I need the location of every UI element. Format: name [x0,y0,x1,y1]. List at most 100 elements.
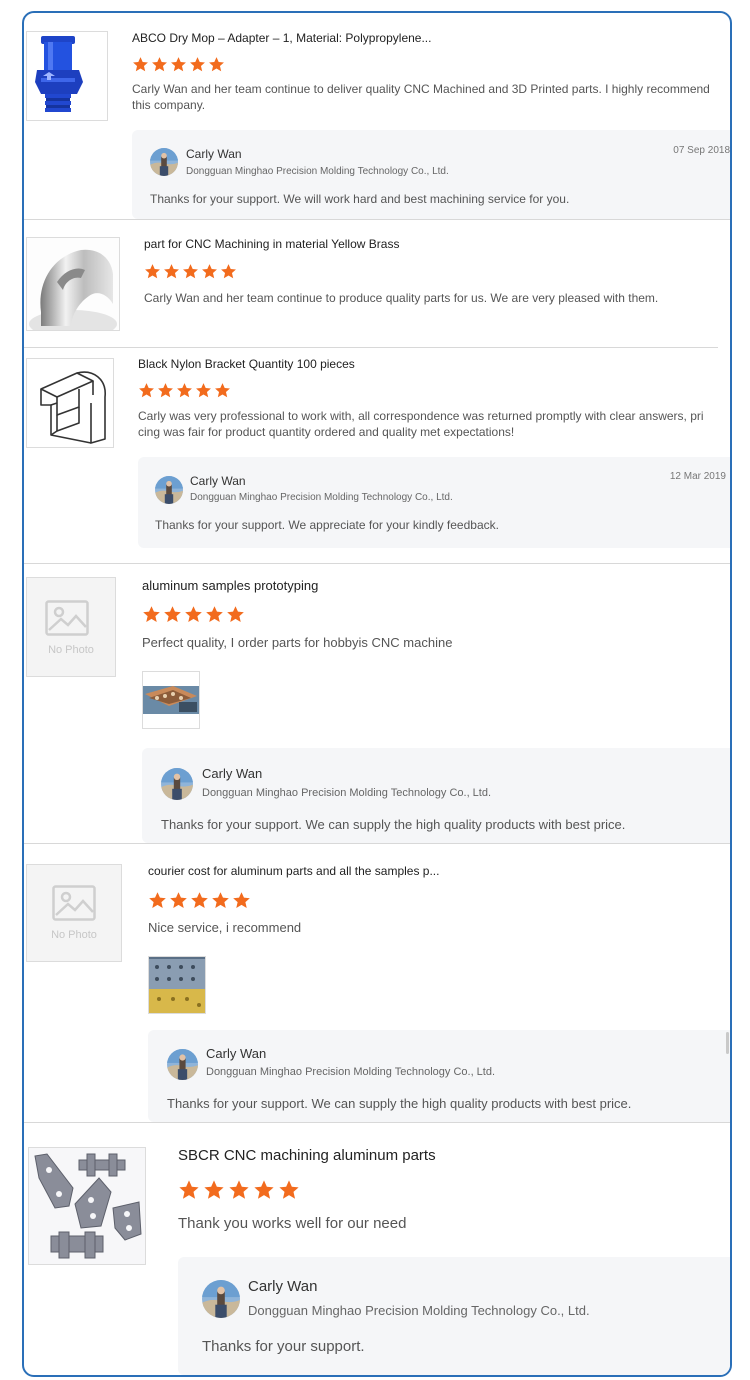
star-icon [170,56,187,73]
review-photo[interactable] [148,956,206,1014]
review-title[interactable]: aluminum samples prototyping [142,578,318,593]
avatar [155,476,183,504]
seller-reply: Carly Wan Dongguan Minghao Precision Mol… [148,1030,730,1122]
review-text: Nice service, i recommend [148,920,302,935]
avatar [150,148,178,176]
review-text: Carly Wan and her team continue to deliv… [132,82,710,112]
no-photo-label: No Photo [48,644,94,656]
star-rating [142,605,247,624]
reply-text: Thanks for your support. We can supply t… [161,817,626,832]
blue-adapter-icon [35,36,83,112]
review-title[interactable]: courier cost for aluminum parts and all … [148,864,439,878]
avatar [167,1049,198,1080]
no-photo-icon [45,600,89,636]
star-icon [195,382,212,399]
review-title[interactable]: part for CNC Machining in material Yello… [144,237,399,251]
star-rating [144,263,239,281]
reviews-panel: ABCO Dry Mop – Adapter – 1, Material: Po… [22,11,732,1377]
product-thumbnail[interactable]: No Photo [26,864,122,962]
reply-author: Carly Wan [202,766,263,781]
star-icon [182,263,199,280]
product-thumbnail[interactable] [26,358,114,448]
star-icon [189,56,206,73]
star-rating [138,382,233,400]
star-icon [226,605,245,624]
review-title[interactable]: Black Nylon Bracket Quantity 100 pieces [138,357,355,371]
scrollbar-thumb[interactable] [726,1032,729,1054]
product-thumbnail[interactable] [26,237,120,331]
reply-text: Thanks for your support. We will work ha… [150,192,570,206]
star-icon [220,263,237,280]
seller-reply: Carly Wan Dongguan Minghao Precision Mol… [178,1257,730,1375]
star-icon [132,56,149,73]
review-photo[interactable] [142,671,200,729]
star-icon [163,605,182,624]
star-icon [190,891,209,910]
star-icon [205,605,224,624]
star-icon [208,56,225,73]
star-icon [201,263,218,280]
seller-reply: Carly Wan Dongguan Minghao Precision Mol… [142,748,730,843]
star-icon [148,891,167,910]
star-icon [138,382,155,399]
review-text: Thank you works well for our need [178,1215,407,1232]
star-icon [151,56,168,73]
star-rating [132,56,227,74]
review-item: ABCO Dry Mop – Adapter – 1, Material: Po… [24,13,730,219]
review-item: part for CNC Machining in material Yello… [24,220,730,348]
star-icon [163,263,180,280]
star-icon [184,605,203,624]
star-icon [278,1179,300,1201]
reply-date: 07 Sep 2018 [673,145,730,156]
review-title[interactable]: SBCR CNC machining aluminum parts [178,1147,436,1164]
reply-company: Dongguan Minghao Precision Molding Techn… [202,787,492,799]
star-icon [144,263,161,280]
reply-company: Dongguan Minghao Precision Molding Techn… [248,1303,590,1318]
star-icon [176,382,193,399]
seller-reply: Carly Wan Dongguan Minghao Precision Mol… [138,457,730,548]
review-item: No Photo aluminum samples prototyping Pe… [24,564,730,843]
reply-company: Dongguan Minghao Precision Molding Techn… [206,1066,496,1078]
product-thumbnail[interactable] [28,1147,146,1265]
star-icon [211,891,230,910]
star-icon [203,1179,225,1201]
star-icon [169,891,188,910]
star-icon [157,382,174,399]
reply-author: Carly Wan [186,147,242,161]
star-icon [232,891,251,910]
reply-text: Thanks for your support. We appreciate f… [155,518,499,532]
aluminum-parts-icon [29,1148,145,1264]
review-item: No Photo courier cost for aluminum parts… [24,844,730,1122]
no-photo-icon [52,885,96,921]
avatar [202,1280,240,1318]
bracket-drawing-icon [40,371,106,444]
product-thumbnail[interactable]: No Photo [26,577,116,677]
aluminum-sample-photo-icon [143,672,199,728]
review-item: Black Nylon Bracket Quantity 100 pieces … [24,348,730,563]
reply-author: Carly Wan [248,1278,318,1295]
reply-text: Thanks for your support. [202,1338,365,1355]
star-icon [178,1179,200,1201]
reply-author: Carly Wan [190,474,246,488]
brass-clip-icon [27,238,119,330]
star-rating [178,1179,303,1201]
review-title[interactable]: ABCO Dry Mop – Adapter – 1, Material: Po… [132,31,431,45]
star-icon [253,1179,275,1201]
star-icon [228,1179,250,1201]
reply-company: Dongguan Minghao Precision Molding Techn… [186,166,449,177]
review-text: Carly Wan and her team continue to produ… [144,291,659,305]
review-text: Perfect quality, I order parts for hobby… [142,635,453,650]
seller-reply: Carly Wan Dongguan Minghao Precision Mol… [132,130,730,219]
star-icon [214,382,231,399]
star-rating [148,891,253,910]
product-thumbnail[interactable] [26,31,108,121]
avatar [161,768,193,800]
review-item: SBCR CNC machining aluminum parts Thank … [24,1123,730,1375]
reply-text: Thanks for your support. We can supply t… [167,1096,632,1111]
star-icon [142,605,161,624]
review-text: Carly was very professional to work with… [138,409,704,439]
reply-date: 12 Mar 2019 [669,471,726,482]
reply-company: Dongguan Minghao Precision Molding Techn… [190,492,453,503]
reply-author: Carly Wan [206,1046,267,1061]
aluminum-plates-photo-icon [149,957,205,1013]
